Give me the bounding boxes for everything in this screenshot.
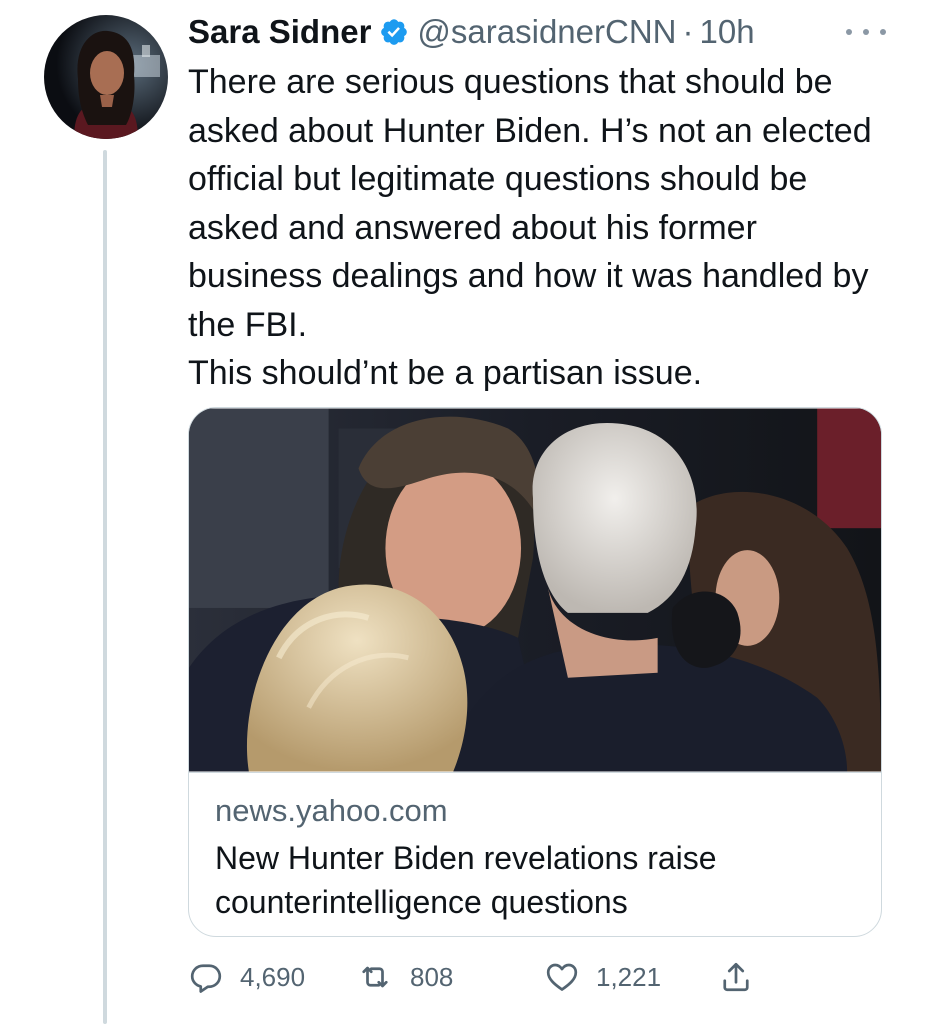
heart-icon	[544, 959, 580, 995]
like-count: 1,221	[596, 961, 662, 992]
tweet-text-paragraph: This should’nt be a partisan issue.	[188, 354, 703, 392]
link-card-domain: news.yahoo.com	[215, 793, 448, 828]
verified-badge-icon	[379, 17, 409, 47]
avatar[interactable]	[44, 15, 168, 139]
share-icon	[718, 959, 754, 995]
tweet-timestamp[interactable]: 10h	[700, 13, 755, 51]
like-button[interactable]: 1,221	[544, 952, 661, 1002]
retweet-button[interactable]: 808	[356, 952, 453, 1002]
link-card-image	[189, 408, 881, 773]
tweet-text-paragraph: There are serious questions that should …	[188, 63, 872, 344]
share-button[interactable]	[718, 952, 754, 1002]
tweet-text: There are serious questions that should …	[188, 58, 888, 398]
link-card-title: New Hunter Biden revelations raise count…	[215, 840, 717, 920]
tweet-actions: 4,690 808 1,221	[188, 952, 888, 1002]
author-handle[interactable]: @sarasidnerCNN	[417, 13, 676, 51]
tweet-header: Sara Sidner @sarasidnerCNN · 10h	[188, 10, 755, 54]
reply-button[interactable]: 4,690	[188, 952, 305, 1002]
reply-count: 4,690	[240, 961, 306, 992]
retweet-icon	[356, 959, 394, 995]
thread-line	[103, 150, 107, 1024]
author-display-name[interactable]: Sara Sidner	[188, 13, 371, 51]
separator-dot: ·	[682, 13, 694, 50]
link-card[interactable]: news.yahoo.com New Hunter Biden revelati…	[188, 407, 882, 937]
reply-icon	[188, 959, 224, 995]
more-icon[interactable]	[846, 22, 886, 42]
retweet-count: 808	[410, 961, 454, 992]
